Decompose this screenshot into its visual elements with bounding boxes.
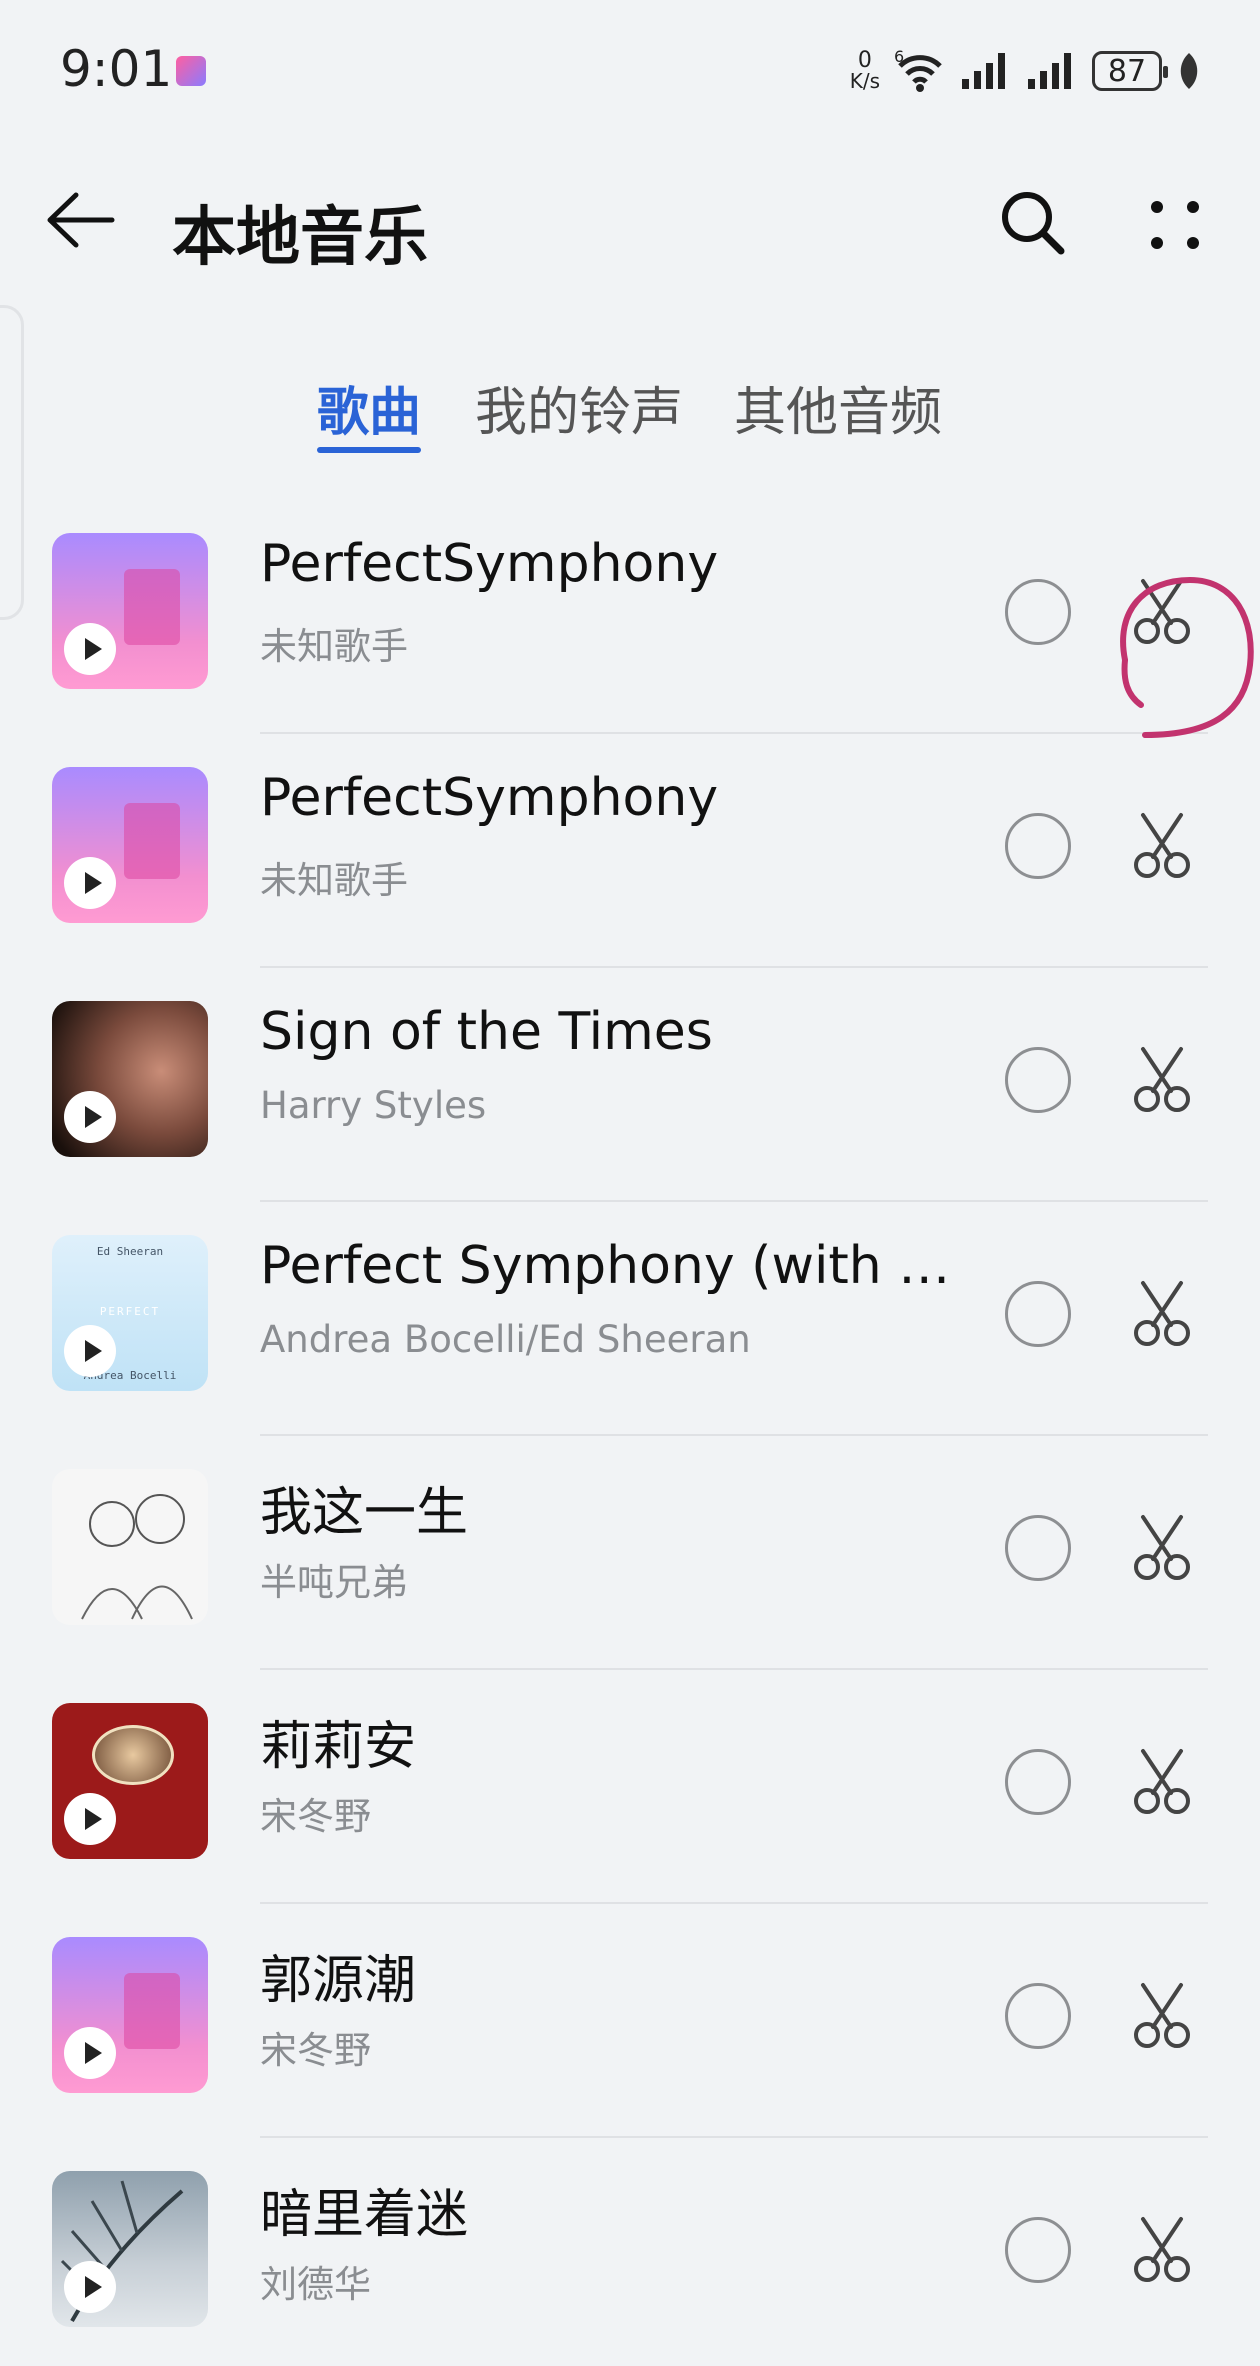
select-checkbox[interactable] bbox=[1005, 1281, 1071, 1347]
tab-bar: 歌曲 我的铃声 其他音频 bbox=[0, 370, 1260, 470]
music-note-icon bbox=[124, 803, 180, 879]
select-checkbox[interactable] bbox=[1005, 2217, 1071, 2283]
album-cover bbox=[52, 1937, 208, 2093]
tab-songs[interactable]: 歌曲 bbox=[317, 370, 421, 445]
scissors-icon[interactable] bbox=[1125, 1511, 1199, 1585]
song-row[interactable]: PerfectSymphony 未知歌手 bbox=[0, 734, 1260, 968]
app-header: 本地音乐 bbox=[0, 160, 1260, 280]
select-checkbox[interactable] bbox=[1005, 579, 1071, 645]
play-icon[interactable] bbox=[64, 857, 116, 909]
select-checkbox[interactable] bbox=[1005, 1983, 1071, 2049]
scissors-icon[interactable] bbox=[1125, 809, 1199, 883]
cover-photo-oval bbox=[92, 1725, 174, 1785]
scissors-icon[interactable] bbox=[1125, 575, 1199, 649]
arrow-left-icon bbox=[47, 192, 115, 248]
song-artist: 宋冬野 bbox=[260, 1795, 371, 1838]
play-icon[interactable] bbox=[64, 2261, 116, 2313]
song-row[interactable]: 我这一生 半吨兄弟 bbox=[0, 1436, 1260, 1670]
song-artist: 未知歌手 bbox=[260, 859, 408, 902]
select-checkbox[interactable] bbox=[1005, 1047, 1071, 1113]
song-artist: 未知歌手 bbox=[260, 625, 408, 668]
song-title: 莉莉安 bbox=[260, 1717, 417, 1777]
network-speed: 0 K/s bbox=[849, 48, 880, 93]
song-title: 郭源潮 bbox=[260, 1951, 417, 2011]
select-checkbox[interactable] bbox=[1005, 813, 1071, 879]
search-icon bbox=[1002, 192, 1065, 255]
scissors-icon[interactable] bbox=[1125, 1745, 1199, 1819]
music-note-icon bbox=[124, 569, 180, 645]
song-row[interactable]: 郭源潮 宋冬野 bbox=[0, 1904, 1260, 2138]
song-artist: 刘德华 bbox=[260, 2263, 371, 2306]
song-title: 暗里着迷 bbox=[260, 2185, 469, 2245]
scissors-icon[interactable] bbox=[1125, 1979, 1199, 2053]
play-icon[interactable] bbox=[64, 1325, 116, 1377]
song-title: 我这一生 bbox=[260, 1483, 469, 1543]
select-checkbox[interactable] bbox=[1005, 1515, 1071, 1581]
select-checkbox[interactable] bbox=[1005, 1749, 1071, 1815]
album-cover: Ed Sheeran PERFECT Andrea Bocelli bbox=[52, 1235, 208, 1391]
cell-signal-2-icon bbox=[1028, 53, 1071, 89]
song-row[interactable]: Ed Sheeran PERFECT Andrea Bocelli Perfec… bbox=[0, 1202, 1260, 1436]
network-speed-value: 0 bbox=[857, 48, 872, 73]
song-title: Sign of the Times bbox=[260, 1002, 713, 1062]
leaf-icon bbox=[1180, 53, 1198, 89]
more-dots-icon bbox=[1151, 201, 1199, 249]
status-time: 9:01 bbox=[60, 40, 173, 98]
play-icon[interactable] bbox=[64, 1091, 116, 1143]
cell-signal-icon bbox=[962, 53, 1005, 89]
song-artist: Harry Styles bbox=[260, 1084, 487, 1127]
back-button[interactable] bbox=[40, 185, 120, 255]
album-cover bbox=[52, 1001, 208, 1157]
tab-other-audio[interactable]: 其他音频 bbox=[734, 370, 942, 445]
play-icon[interactable] bbox=[64, 2027, 116, 2079]
song-title: Perfect Symphony (with An… bbox=[260, 1236, 960, 1296]
song-artist: Andrea Bocelli/Ed Sheeran bbox=[260, 1318, 751, 1361]
scissors-icon[interactable] bbox=[1125, 2213, 1199, 2287]
album-cover bbox=[52, 767, 208, 923]
tab-active-indicator bbox=[317, 447, 421, 453]
music-note-icon bbox=[124, 1973, 180, 2049]
cover-album-text: PERFECT bbox=[99, 1305, 161, 1318]
song-row[interactable]: 莉莉安 宋冬野 bbox=[0, 1670, 1260, 1904]
status-bar: 9:01 0 K/s 6 87 bbox=[0, 0, 1260, 150]
search-button[interactable] bbox=[995, 185, 1071, 261]
album-cover bbox=[52, 2171, 208, 2327]
song-row[interactable]: Sign of the Times Harry Styles bbox=[0, 968, 1260, 1202]
scissors-icon[interactable] bbox=[1125, 1277, 1199, 1351]
play-icon[interactable] bbox=[64, 1793, 116, 1845]
tab-ringtones[interactable]: 我的铃声 bbox=[475, 370, 683, 445]
song-title: PerfectSymphony bbox=[260, 534, 719, 594]
battery-level: 87 bbox=[1107, 53, 1147, 89]
song-artist: 宋冬野 bbox=[260, 2029, 371, 2072]
album-cover bbox=[52, 1469, 208, 1625]
album-cover bbox=[52, 1703, 208, 1859]
song-title: PerfectSymphony bbox=[260, 768, 719, 828]
network-speed-unit: K/s bbox=[849, 69, 880, 93]
song-row[interactable]: PerfectSymphony 未知歌手 bbox=[0, 500, 1260, 734]
battery-indicator: 87 bbox=[1092, 51, 1168, 91]
notification-app-icon bbox=[176, 56, 206, 86]
status-indicators: 0 K/s 6 87 bbox=[850, 46, 1202, 96]
wifi-icon: 6 bbox=[894, 48, 942, 92]
sketch-artwork bbox=[81, 1494, 193, 1620]
cover-artist-text: Ed Sheeran bbox=[96, 1245, 164, 1258]
song-row[interactable]: 暗里着迷 刘德华 bbox=[0, 2138, 1260, 2366]
song-artist: 半吨兄弟 bbox=[260, 1561, 408, 1604]
scissors-icon[interactable] bbox=[1125, 1043, 1199, 1117]
play-icon[interactable] bbox=[64, 623, 116, 675]
more-options-button[interactable] bbox=[1140, 185, 1210, 261]
album-cover bbox=[52, 533, 208, 689]
page-title: 本地音乐 bbox=[172, 201, 428, 275]
